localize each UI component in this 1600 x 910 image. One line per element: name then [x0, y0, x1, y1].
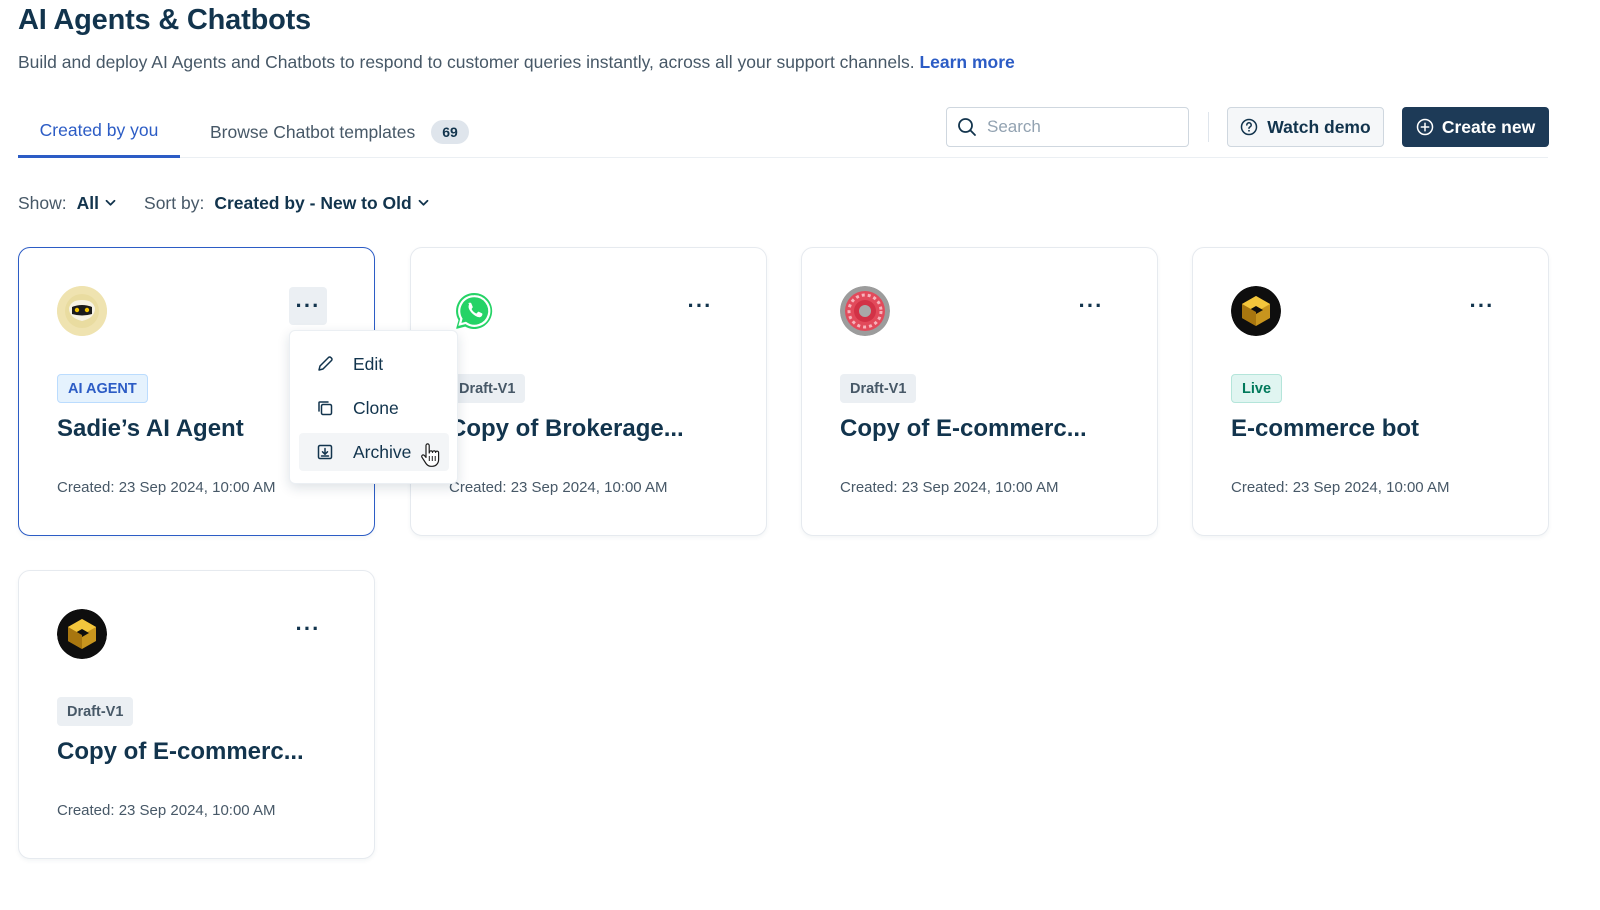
templates-count-badge: 69	[431, 120, 469, 144]
status-badge: Live	[1231, 374, 1283, 403]
create-new-button[interactable]: Create new	[1402, 107, 1549, 147]
show-filter-value: All	[76, 192, 100, 213]
bot-created-date: Created: 23 Sep 2024, 10:00 AM	[57, 479, 276, 496]
whatsapp-icon	[456, 292, 493, 329]
bot-title: Copy of E-commerc...	[840, 415, 1087, 442]
archive-icon	[317, 444, 333, 460]
status-badge: Draft-V1	[57, 697, 134, 726]
bot-avatar	[57, 286, 107, 336]
tab-browse-templates-label: Browse Chatbot templates	[210, 121, 416, 142]
show-filter-label: Show:	[18, 192, 67, 213]
red-swirl-icon	[840, 286, 890, 336]
watch-demo-button[interactable]: Watch demo	[1227, 107, 1384, 147]
bot-title: Copy of E-commerc...	[57, 738, 304, 765]
tab-browse-templates[interactable]: Browse Chatbot templates 69	[210, 106, 469, 158]
bot-avatar	[449, 286, 499, 336]
learn-more-link[interactable]: Learn more	[919, 52, 1014, 72]
menu-item-clone-label: Clone	[353, 397, 399, 418]
robot-icon	[57, 286, 107, 336]
page-title: AI Agents & Chatbots	[18, 4, 311, 36]
more-options-button[interactable]: ···	[289, 610, 327, 648]
gold-cube-icon	[57, 609, 107, 659]
search-box[interactable]	[946, 107, 1189, 147]
bot-avatar	[57, 609, 107, 659]
plus-circle-icon	[1416, 118, 1434, 136]
status-badge: AI AGENT	[57, 374, 148, 403]
bot-created-date: Created: 23 Sep 2024, 10:00 AM	[840, 479, 1059, 496]
more-options-button[interactable]: ···	[681, 287, 719, 325]
toolbar-divider	[1208, 112, 1209, 142]
pencil-icon	[318, 356, 333, 371]
more-options-button[interactable]: ···	[1463, 287, 1501, 325]
menu-item-edit[interactable]: Edit	[299, 345, 449, 383]
status-badge: Draft-V1	[840, 374, 917, 403]
sort-by-label: Sort by:	[144, 192, 205, 213]
bot-created-date: Created: 23 Sep 2024, 10:00 AM	[449, 479, 668, 496]
bot-card[interactable]: ··· Draft-V1 Copy of Brokerage... Create…	[410, 247, 767, 536]
gold-cube-icon	[1231, 286, 1281, 336]
tab-created-by-you-label: Created by you	[39, 120, 159, 140]
bot-title: Copy of Brokerage...	[449, 415, 684, 442]
hand-cursor-icon	[421, 443, 440, 467]
show-filter-dropdown[interactable]: All	[77, 193, 116, 214]
copy-icon	[318, 401, 333, 416]
search-icon	[958, 118, 976, 136]
chevron-down-icon	[105, 199, 116, 206]
filter-bar: Show: All Sort by: Created by - New to O…	[18, 192, 429, 214]
page-description: Build and deploy AI Agents and Chatbots …	[18, 52, 1015, 73]
page-description-text: Build and deploy AI Agents and Chatbots …	[18, 52, 915, 72]
sort-by-value: Created by - New to Old	[214, 192, 412, 213]
bot-card[interactable]: ··· Draft-V1 Copy of E-commerc... Create…	[18, 570, 375, 859]
watch-demo-label: Watch demo	[1267, 116, 1371, 137]
bot-title: Sadie’s AI Agent	[57, 415, 244, 442]
menu-item-edit-label: Edit	[353, 353, 384, 374]
create-new-label: Create new	[1441, 116, 1536, 137]
chevron-down-icon	[418, 199, 429, 206]
bot-created-date: Created: 23 Sep 2024, 10:00 AM	[1231, 479, 1450, 496]
bot-avatar	[1231, 286, 1281, 336]
menu-item-clone[interactable]: Clone	[299, 389, 449, 427]
bot-card[interactable]: ··· Live E-commerce bot Created: 23 Sep …	[1192, 247, 1549, 536]
tab-created-by-you[interactable]: Created by you	[18, 106, 180, 158]
menu-item-archive-label: Archive	[353, 441, 412, 462]
more-options-button[interactable]: ···	[289, 287, 327, 325]
bot-card[interactable]: ··· Draft-V1 Copy of E-commerc... Create…	[801, 247, 1158, 536]
bot-avatar	[840, 286, 890, 336]
more-options-button[interactable]: ···	[1072, 287, 1110, 325]
bot-created-date: Created: 23 Sep 2024, 10:00 AM	[57, 802, 276, 819]
bot-title: E-commerce bot	[1231, 415, 1420, 442]
sort-by-dropdown[interactable]: Created by - New to Old	[214, 192, 429, 214]
search-input[interactable]	[987, 117, 1177, 137]
help-circle-icon	[1241, 118, 1258, 136]
status-badge: Draft-V1	[449, 374, 526, 403]
